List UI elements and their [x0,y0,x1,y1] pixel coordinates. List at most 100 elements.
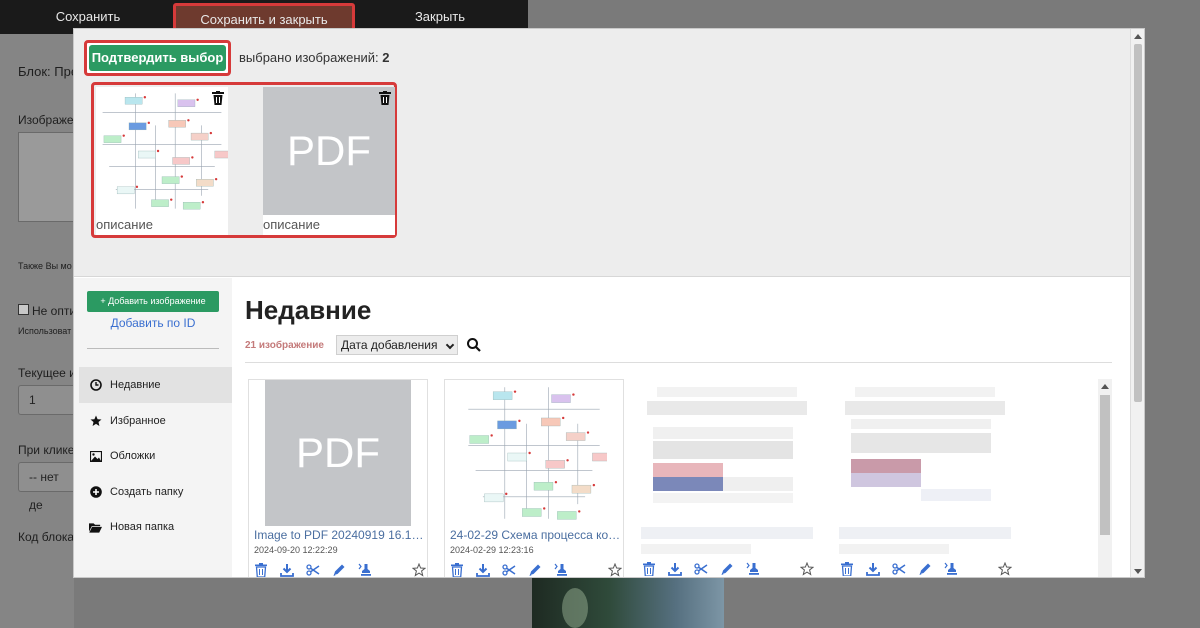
diagram-marker [122,134,125,137]
sidebar-item-new-folder[interactable]: Новая папка [79,509,232,545]
diagram-node [124,97,143,105]
diagram-marker [156,149,160,153]
scissors-icon[interactable] [892,562,906,576]
not-optimize-checkbox[interactable] [18,304,29,315]
sidebar-item-covers[interactable]: Обложки [79,438,232,474]
star-outline-icon[interactable] [998,562,1012,576]
scissors-icon[interactable] [306,563,320,577]
current-label: Текущее и [18,366,76,380]
diagram-marker [586,431,590,434]
selected-count-label: выбрано изображений: [239,50,379,65]
card-date: 2024-02-29 12:23:16 [450,545,534,555]
selected-count-text: выбрано изображений: 2 [239,50,390,65]
save-and-close-tab[interactable]: Сохранить и закрыть [173,3,355,31]
diagram-marker [562,416,565,420]
code-label: Код блока [18,530,75,544]
scroll-up-arrow[interactable] [1134,34,1142,39]
on-click-select[interactable]: -- нет де [18,462,74,512]
diagram-marker [214,177,218,181]
diagram-thumbnail [102,93,228,210]
diagram-node [557,511,577,520]
diagram-marker [191,156,194,159]
add-image-button[interactable]: + Добавить изображение [87,291,219,312]
selected-count-value: 2 [382,50,390,65]
pencil-icon[interactable] [918,562,932,576]
trash-icon[interactable] [212,91,224,105]
pencil-icon[interactable] [332,563,346,577]
images-label: Изображен [18,113,81,127]
image-picker-modal: Подтвердить выбор выбрано изображений: 2… [73,28,1145,578]
diagram-marker [180,175,183,178]
diagram-marker [592,483,596,487]
selected-images-box: описание PDF описание [91,82,397,238]
sidebar-divider [87,348,219,349]
current-input[interactable]: 1 [18,385,74,415]
diagram-marker [196,98,199,101]
blurred-image-card[interactable] [835,379,1017,577]
diagram-marker [528,451,531,455]
background-photo [532,578,724,628]
star-outline-icon[interactable] [800,562,814,576]
pencil-icon[interactable] [720,562,734,576]
stamp-icon[interactable] [944,562,958,576]
selected-item[interactable]: описание [96,87,228,235]
sidebar-item-label: Избранное [110,415,166,427]
trash-icon[interactable] [254,563,268,577]
download-icon[interactable] [280,563,294,577]
scroll-thumb[interactable] [1134,44,1142,402]
confirm-selection-button[interactable]: Подтвердить выбор [89,45,226,71]
diagram-node [533,482,554,491]
selected-item-description[interactable]: описание [263,217,320,232]
scroll-down-arrow[interactable] [1134,569,1142,574]
card-actions [254,563,426,577]
diagram-node [177,99,196,107]
scissors-icon[interactable] [502,563,516,577]
diagram-node [492,391,513,400]
download-icon[interactable] [668,562,682,576]
card-date: 2024-09-20 12:22:29 [254,545,338,555]
background-thumbnail [18,132,74,222]
star-outline-icon[interactable] [608,563,622,577]
stamp-icon[interactable] [554,563,568,577]
confirm-highlight: Подтвердить выбор [84,40,231,76]
diagram-marker [490,434,493,437]
blurred-image-card[interactable] [637,379,819,577]
stamp-icon[interactable] [746,562,760,576]
image-card[interactable]: 24-02-29 Схема процесса коп... 2024-02-2… [444,379,624,577]
download-icon[interactable] [476,563,490,577]
download-icon[interactable] [866,562,880,576]
star-outline-icon[interactable] [412,563,426,577]
trash-icon[interactable] [840,562,854,576]
trash-icon[interactable] [642,562,656,576]
grid-scrollbar[interactable] [1098,379,1112,577]
not-optimize-label: Не опти [32,304,77,318]
card-filename: Image to PDF 20240919 16.19.40... [254,528,426,542]
sidebar-item-label: Новая папка [110,521,175,533]
selected-item[interactable]: PDF описание [263,87,395,235]
sidebar-item-recent[interactable]: Недавние [79,367,232,403]
search-icon[interactable] [466,337,482,353]
diagram-node [138,150,156,159]
sidebar-item-create-folder[interactable]: Создать папку [79,474,232,510]
scroll-thumb[interactable] [1100,395,1110,535]
trash-icon[interactable] [450,563,464,577]
selected-item-description[interactable]: описание [96,217,153,232]
diagram-thumbnail[interactable] [461,380,607,526]
diagram-marker [209,131,213,135]
pencil-icon[interactable] [528,563,542,577]
folder-icon [89,521,102,534]
sidebar-item-favorites[interactable]: Избранное [79,403,232,439]
sort-select[interactable]: Дата добавления [336,335,458,355]
modal-scrollbar[interactable] [1130,29,1144,577]
image-card[interactable]: PDF Image to PDF 20240919 16.19.40... 20… [248,379,428,577]
diagram-marker [143,96,147,99]
scroll-up-arrow[interactable] [1101,384,1109,389]
diagram-marker [135,185,139,189]
sidebar-item-label: Недавние [110,379,161,391]
trash-icon[interactable] [379,91,391,105]
stamp-icon[interactable] [358,563,372,577]
diagram-node [168,120,186,128]
scissors-icon[interactable] [694,562,708,576]
pdf-thumbnail[interactable]: PDF [265,380,411,526]
add-by-id-link[interactable]: Добавить по ID [74,316,232,330]
